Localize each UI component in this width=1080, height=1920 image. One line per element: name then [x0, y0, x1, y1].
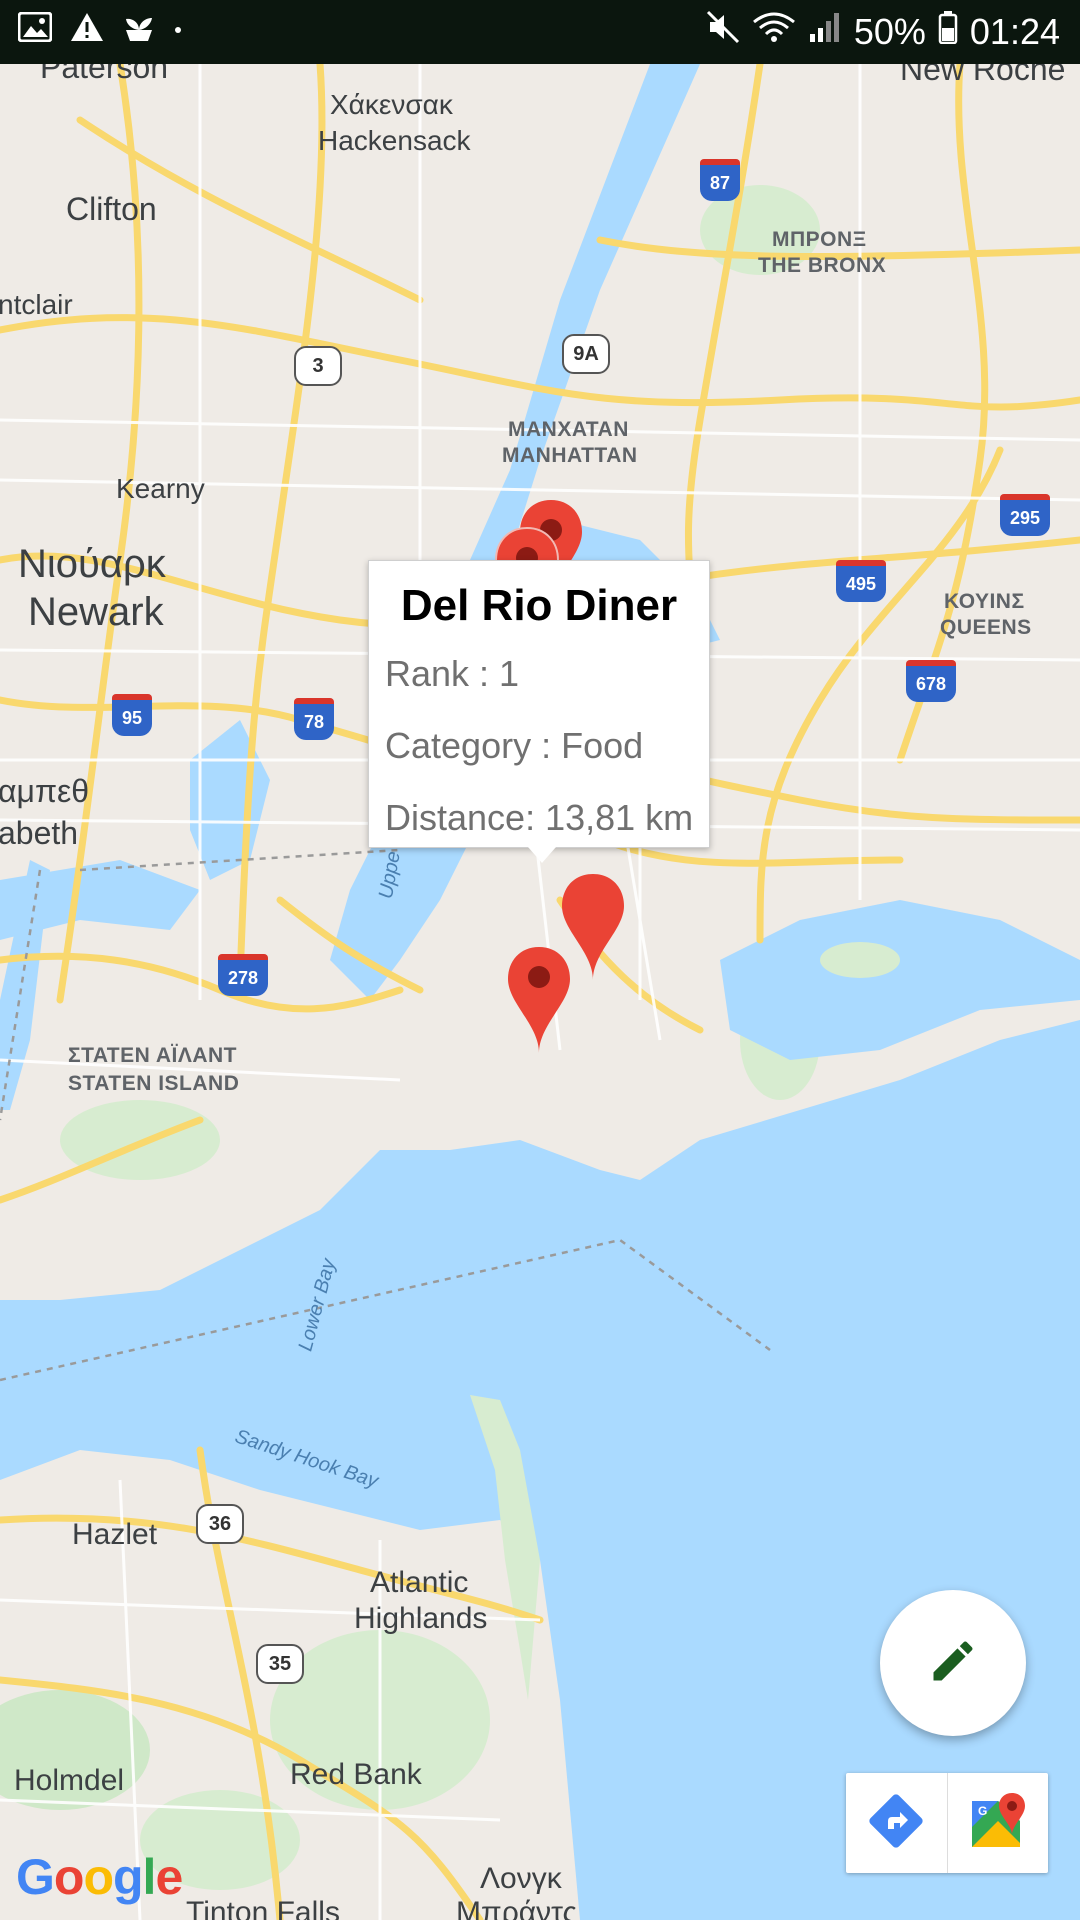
label-queens-greek: ΚΟΥΙΝΣ — [944, 590, 1025, 613]
google-logo-letter: e — [155, 1849, 183, 1905]
google-logo-letter: l — [142, 1849, 157, 1905]
wifi-icon — [752, 10, 796, 53]
label-staten-island-greek: ΣΤΑΤΕΝ ΑΪΛΑΝΤ — [68, 1044, 238, 1067]
label-bronx: THE BRONX — [758, 254, 887, 277]
label-tinton-falls: Tinton Falls — [186, 1896, 340, 1920]
label-new-rochelle: New Roche — [900, 64, 1066, 87]
plant-notification-icon — [122, 12, 156, 47]
info-window-distance: Distance: 13,81 km — [385, 797, 694, 838]
pencil-icon — [927, 1635, 979, 1692]
route-shield-35: 35 — [256, 1644, 304, 1684]
signal-icon — [808, 10, 842, 53]
label-hazlet: Hazlet — [72, 1518, 158, 1551]
google-logo-letter: G — [16, 1849, 55, 1905]
svg-text:G: G — [978, 1804, 987, 1818]
label-newark: Newark — [28, 590, 164, 634]
interstate-95-icon: 95 — [112, 694, 152, 736]
label-paterson: Paterson — [40, 64, 169, 85]
mute-icon — [706, 10, 740, 53]
edit-fab-button[interactable] — [880, 1590, 1026, 1736]
label-staten-island: STATEN ISLAND — [68, 1072, 240, 1095]
marker-info-window[interactable]: Del Rio Diner Rank : 1 Category : Food D… — [368, 560, 710, 848]
directions-icon — [868, 1793, 924, 1854]
google-maps-icon: G — [968, 1791, 1028, 1856]
warning-icon — [70, 12, 104, 47]
label-manhattan-greek: ΜΑΝΧΑΤΑΝ — [508, 418, 629, 441]
google-logo-letter: o — [83, 1849, 114, 1905]
label-montclair: ntclair — [0, 289, 73, 320]
label-holmdel: Holmdel — [14, 1764, 125, 1797]
label-atlantic-highlands-2: Highlands — [354, 1602, 488, 1635]
label-atlantic-highlands-1: Atlantic — [370, 1566, 469, 1599]
label-manhattan: MANHATTAN — [502, 444, 638, 467]
image-notification-icon — [17, 11, 53, 47]
route-shield-36: 36 — [196, 1504, 244, 1544]
clock: 01:24 — [969, 10, 1060, 52]
label-hackensack-greek: Χάκενσακ — [330, 89, 453, 120]
battery-icon — [938, 10, 958, 53]
dot-icon — [174, 21, 182, 39]
interstate-278-icon: 278 — [218, 954, 268, 996]
label-kearny: Kearny — [116, 473, 205, 504]
open-in-maps-button[interactable]: G — [946, 1773, 1049, 1873]
label-elizabeth-greek: αμπεθ — [0, 773, 90, 809]
interstate-87-icon: 87 — [700, 159, 740, 201]
interstate-78-icon: 78 — [294, 698, 334, 740]
info-window-rank: Rank : 1 — [385, 653, 520, 694]
info-window-category: Category : Food — [385, 725, 644, 766]
label-long-branch-greek: Λονγκ — [480, 1862, 562, 1895]
label-long-branch-greek-2: Μπράντς — [456, 1896, 577, 1920]
route-shield-9a: 9A — [562, 334, 610, 374]
google-logo-letter: g — [113, 1849, 144, 1905]
status-bar: 50% 01:24 — [0, 0, 1080, 64]
google-logo: Google — [16, 1848, 183, 1906]
label-hackensack: Hackensack — [318, 125, 471, 156]
marker-pin-selected[interactable] — [506, 945, 572, 1055]
label-newark-greek: Νιούαρκ — [18, 542, 166, 586]
label-clifton: Clifton — [66, 191, 157, 227]
info-window-pointer — [528, 847, 556, 863]
google-logo-letter: o — [53, 1849, 85, 1905]
interstate-678-icon: 678 — [906, 660, 956, 702]
interstate-295-icon: 295 — [1000, 494, 1050, 536]
route-shield-3: 3 — [294, 346, 342, 386]
label-bronx-greek: ΜΠΡΟΝΞ — [772, 228, 867, 251]
interstate-495-icon: 495 — [836, 560, 886, 602]
label-queens: QUEENS — [940, 616, 1032, 639]
battery-percent: 50% — [853, 10, 926, 52]
map-toolbar: G — [846, 1773, 1048, 1873]
label-red-bank: Red Bank — [290, 1758, 422, 1791]
info-window-title: Del Rio Diner — [400, 581, 678, 630]
label-elizabeth: abeth — [0, 815, 79, 851]
directions-button[interactable] — [846, 1773, 947, 1873]
